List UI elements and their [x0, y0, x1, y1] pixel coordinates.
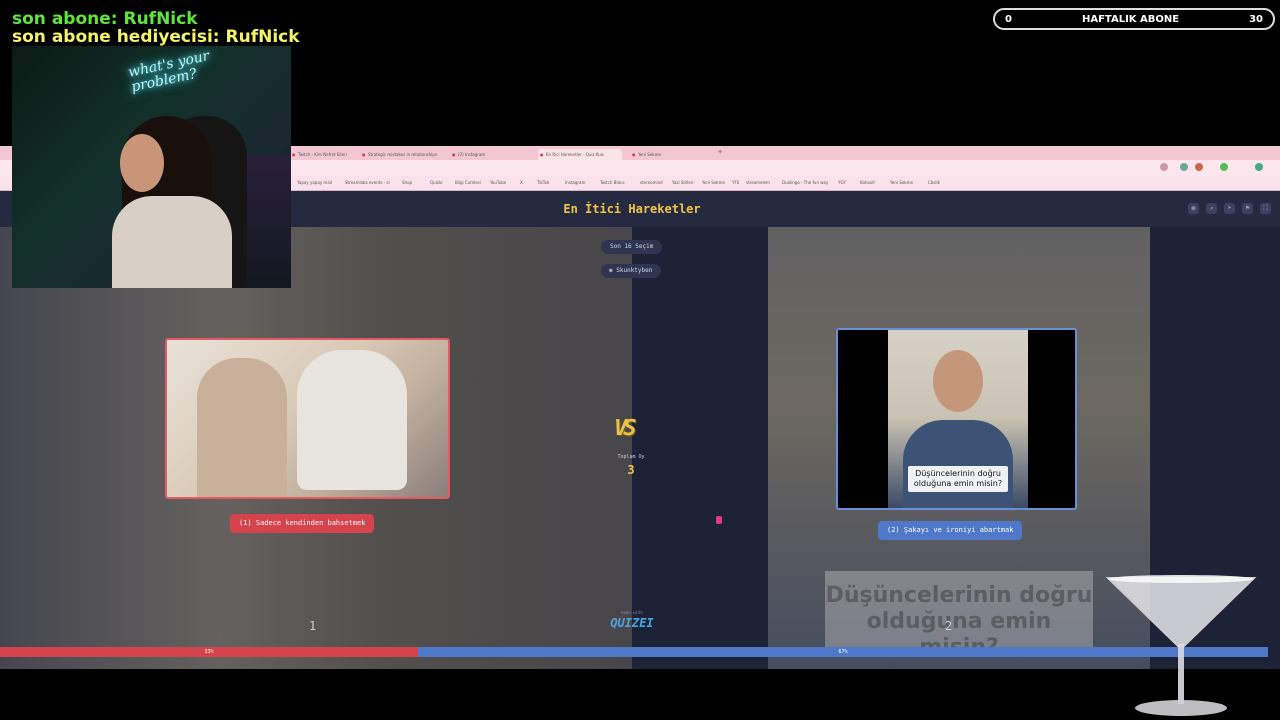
option1-result-bar: 33%: [0, 647, 418, 657]
option2-video[interactable]: Düşüncelerinin doğru olduğuna emin misin…: [836, 328, 1077, 510]
total-votes-label: Toplam Oy: [617, 454, 645, 460]
bookmark[interactable]: Yeni Sekme: [890, 176, 913, 190]
last-subscriber-text: son abone: RufNick: [12, 9, 198, 29]
user-badge: ● Skunktyben: [601, 264, 662, 278]
option2-score: 2: [945, 619, 953, 633]
mouse-cursor-icon: [716, 516, 722, 524]
bookmark[interactable]: Streamlabs events - sl: [345, 176, 390, 190]
extension-icon[interactable]: [1220, 163, 1228, 171]
weekly-current: 0: [1005, 13, 1012, 25]
total-votes-value: 3: [627, 463, 635, 477]
cocktail-glass-icon: [1105, 575, 1257, 716]
bookmark[interactable]: YouTube: [490, 176, 506, 190]
weekly-label: HAFTALIK ABONE: [1081, 13, 1180, 25]
user-name: Skunktyben: [616, 267, 653, 274]
browser-tab-active[interactable]: En İtici Hareketler - Quiz Kuis: [538, 149, 622, 160]
option1-button[interactable]: (1) Sadece kendinden bahsetmek: [230, 514, 375, 533]
vs-icon: VS: [614, 416, 637, 441]
extension-icon[interactable]: [1180, 163, 1188, 171]
user-avatar-icon: ●: [609, 267, 613, 274]
bookmark[interactable]: Cbsilk: [928, 176, 940, 190]
share-icon[interactable]: ↗: [1206, 203, 1217, 214]
extension-icon[interactable]: [1195, 163, 1203, 171]
option1-percent: 33%: [204, 649, 214, 655]
brand-logo[interactable]: QUIZEI: [606, 616, 658, 630]
bookmark[interactable]: Quizlo: [430, 176, 442, 190]
option2-background-caption: Düşüncelerinin doğru olduğuna emin misin…: [825, 571, 1093, 660]
option1-score: 1: [309, 619, 317, 633]
star-icon[interactable]: [1160, 163, 1168, 171]
bookmark[interactable]: Yeni Sekme: [702, 176, 725, 190]
bookmark[interactable]: YFS: [732, 176, 739, 190]
bookmark[interactable]: Twitch Blanc: [600, 176, 625, 190]
neon-sign: what's your problem?: [126, 47, 211, 96]
bookmark[interactable]: stereomind: [640, 176, 663, 190]
made-with-label: made with: [621, 610, 643, 615]
background-shelf: [242, 156, 291, 288]
weekly-sub-goal: 0 HAFTALIK ABONE 30: [993, 8, 1275, 30]
bookmark[interactable]: X: [520, 176, 523, 190]
send-icon[interactable]: ➤: [1224, 203, 1235, 214]
bookmark[interactable]: Kahoot!: [860, 176, 876, 190]
browser-tab[interactable]: (2) Instagram: [450, 149, 530, 160]
browser-tab[interactable]: Yeni Sekme: [630, 149, 710, 160]
option1-figure-back: [197, 358, 287, 497]
bookmark[interactable]: Yapay yapay mail: [297, 176, 332, 190]
bookmark[interactable]: Instagram: [565, 176, 585, 190]
new-tab-icon[interactable]: +: [718, 148, 722, 156]
round-badge: Son 16 Seçim: [601, 240, 663, 254]
option1-image[interactable]: [165, 338, 450, 499]
option2-button[interactable]: (2) Şakayı ve ironiyi abartmak: [878, 521, 1023, 540]
flag-icon[interactable]: ⚑: [1242, 203, 1253, 214]
streamer-face: [120, 134, 164, 192]
option2-video-caption: Düşüncelerinin doğru olduğuna emin misin…: [908, 466, 1008, 492]
bookmark[interactable]: Bilgi Cumlesi: [455, 176, 481, 190]
option2-person-face: [933, 350, 983, 412]
bookmark[interactable]: streamelem: [746, 176, 770, 190]
profile-icon[interactable]: [1255, 163, 1263, 171]
option2-percent: 67%: [838, 649, 848, 655]
bookmark[interactable]: Shop: [402, 176, 412, 190]
streamer-body: [112, 196, 232, 288]
bookmark[interactable]: YGY: [838, 176, 846, 190]
webcam-feed: what's your problem?: [12, 46, 291, 288]
eye-icon[interactable]: ◉: [1188, 203, 1199, 214]
option2-person-body: [903, 420, 1013, 508]
browser-tab[interactable]: Twitch · Kim Nefret Elleri: [290, 149, 352, 160]
last-gifter-text: son abone hediyecisi: RufNick: [12, 27, 300, 47]
weekly-goal: 30: [1249, 13, 1263, 25]
bookmark[interactable]: Yazi Stilleri: [672, 176, 693, 190]
bookmark[interactable]: Duolingo - The fun way: [782, 176, 828, 190]
bookmark[interactable]: TikTok: [537, 176, 549, 190]
option1-figure-front: [297, 350, 407, 490]
fullscreen-icon[interactable]: ⛶: [1260, 203, 1271, 214]
browser-tab[interactable]: Strategic mistakes in relationships: [360, 149, 440, 160]
